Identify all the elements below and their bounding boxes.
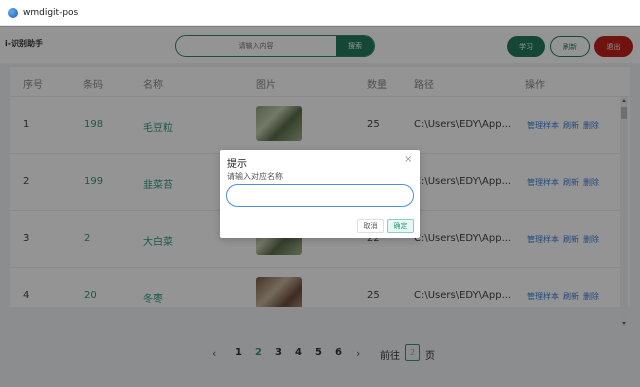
dialog-title: 提示 xyxy=(227,159,247,170)
name-input[interactable] xyxy=(226,184,414,207)
prompt-dialog: 提示 × 请输入对应名称 取消 确定 xyxy=(220,150,420,238)
window-titlebar: wmdigit-pos xyxy=(0,0,640,26)
app-icon xyxy=(8,7,18,18)
cancel-button[interactable]: 取消 xyxy=(357,219,384,233)
confirm-button[interactable]: 确定 xyxy=(387,219,414,233)
close-icon[interactable]: × xyxy=(404,154,412,165)
window-title: wmdigit-pos xyxy=(23,7,79,18)
dialog-message: 请输入对应名称 xyxy=(227,172,283,181)
